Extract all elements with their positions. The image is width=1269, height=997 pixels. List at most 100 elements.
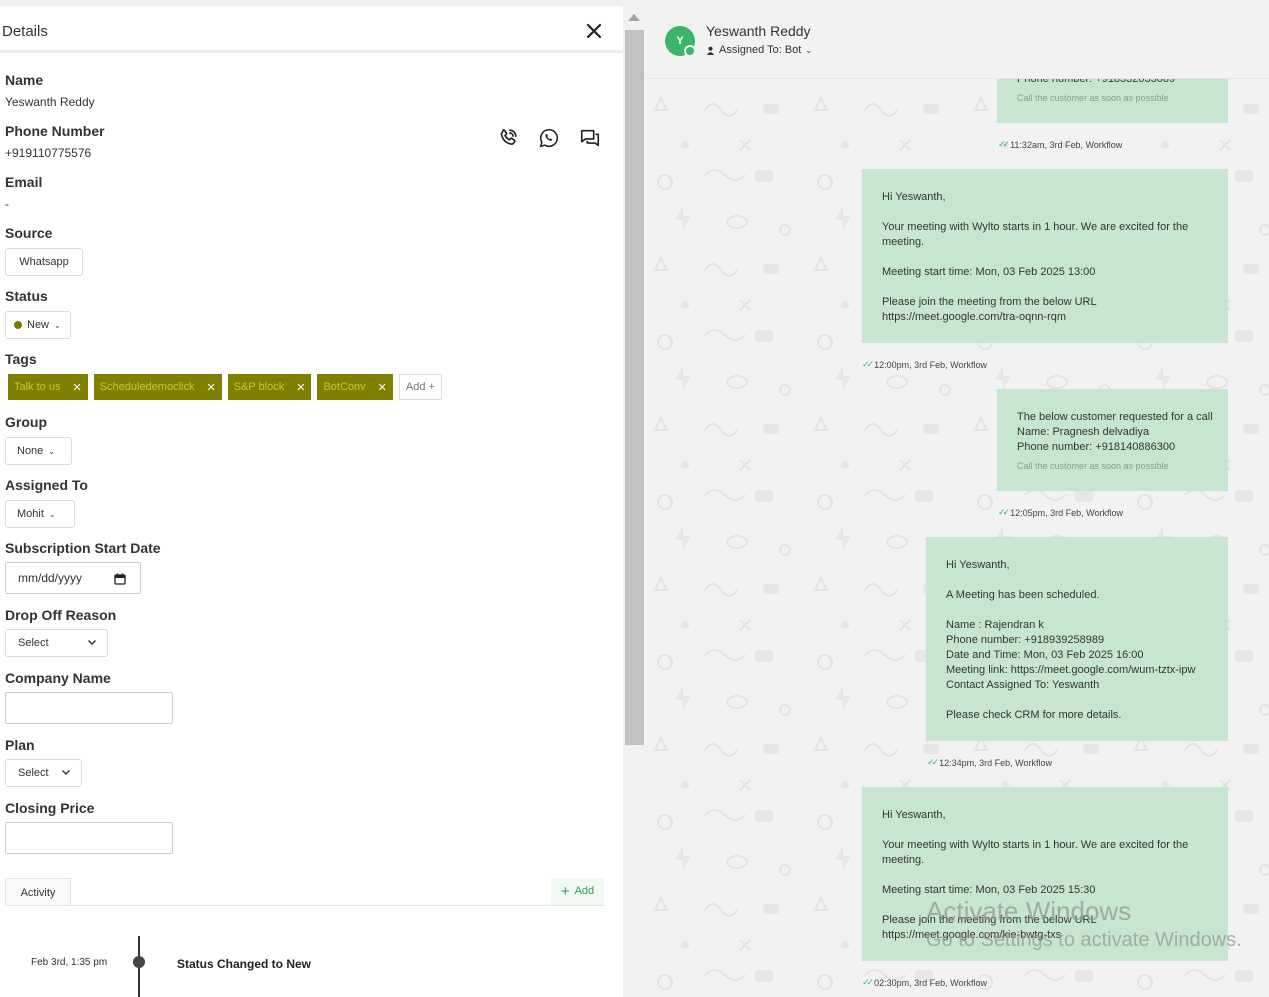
- message-line: [882, 250, 1208, 265]
- message-line: The below customer requested for a call: [1017, 411, 1213, 423]
- assigned-text: Assigned To: Bot: [719, 44, 802, 56]
- details-title: Details: [2, 23, 48, 40]
- drop-off-select[interactable]: Select: [5, 629, 108, 657]
- message-line: Phone number: +918140886300: [1017, 441, 1176, 453]
- remove-tag-icon[interactable]: ✕: [206, 381, 215, 394]
- chevron-down-icon: ⌄: [48, 509, 56, 519]
- whatsapp-icon[interactable]: [538, 127, 560, 149]
- plan-select[interactable]: Select: [5, 759, 82, 787]
- message-meta: ✓✓ 12:00pm, 3rd Feb, Workflow: [862, 359, 987, 370]
- message-meta-text: 12:34pm, 3rd Feb, Workflow: [939, 757, 1052, 768]
- contact-actions: [497, 127, 601, 149]
- message-line: Your meeting with Wylto starts in 1 hour…: [882, 221, 1189, 233]
- message-meta: ✓✓ 11:32am, 3rd Feb, Workflow: [998, 139, 1122, 150]
- chevron-down-icon: ⌄: [54, 320, 61, 330]
- message-line: https://meet.google.com/tra-oqnn-rqm: [882, 311, 1067, 323]
- company-name-input[interactable]: [5, 692, 173, 724]
- phone-call-icon[interactable]: [497, 127, 519, 149]
- message-line: Hi Yeswanth,: [946, 559, 1010, 571]
- message-line: [882, 280, 1208, 295]
- name-value: Yeswanth Reddy: [5, 95, 95, 109]
- message-meta-text: 11:32am, 3rd Feb, Workflow: [1010, 139, 1123, 150]
- remove-tag-icon[interactable]: ✕: [296, 381, 305, 394]
- tag: BotConv ✕: [317, 374, 393, 400]
- source-badge: Whatsapp: [5, 248, 83, 276]
- tag-label: Talk to us: [14, 381, 61, 393]
- remove-tag-icon[interactable]: ✕: [378, 381, 387, 394]
- message-line: Name: Pragnesh delvadiya: [1017, 426, 1150, 438]
- message-line: https://meet.google.com/kie-bwtg-txs: [882, 929, 1062, 941]
- user-icon: [706, 46, 715, 55]
- message-line: Please join the meeting from the below U…: [882, 296, 1097, 308]
- source-value: Whatsapp: [19, 256, 69, 268]
- message-line: Please check CRM for more details.: [946, 709, 1122, 721]
- chat-contact-name: Yeswanth Reddy: [706, 23, 811, 39]
- chevron-down-icon: [87, 637, 97, 650]
- add-tag-button[interactable]: Add +: [398, 374, 442, 400]
- message-line: Contact Assigned To: Yeswanth: [946, 679, 1100, 691]
- message-bubble: Hi Yeswanth, Your meeting with Wylto sta…: [862, 787, 1228, 961]
- details-panel: Details Name Yeswanth Reddy Phone Number…: [0, 0, 623, 997]
- chat-icon[interactable]: [579, 127, 601, 149]
- message-line: Meeting start time: Mon, 03 Feb 2025 13:…: [882, 266, 1096, 278]
- message-line: [882, 868, 1208, 883]
- plan-value: Select: [18, 767, 49, 779]
- tag-label: Scheduledemoclick: [99, 381, 195, 393]
- double-check-icon: ✓✓: [998, 507, 1010, 517]
- plan-label: Plan: [5, 737, 35, 753]
- activity-date: Feb 3rd, 1:35 pm: [31, 957, 108, 968]
- tab-activity[interactable]: Activity: [5, 878, 71, 906]
- message-line: Meeting start time: Mon, 03 Feb 2025 15:…: [882, 884, 1096, 896]
- message-line: [882, 205, 1208, 220]
- message-line: Hi Yeswanth,: [882, 191, 946, 203]
- calendar-icon[interactable]: [114, 573, 126, 588]
- message-line: [946, 693, 1208, 708]
- assigned-label: Assigned To: [5, 477, 88, 493]
- remove-tag-icon[interactable]: ✕: [72, 381, 81, 394]
- tag-label: BotConv: [323, 381, 366, 393]
- source-label: Source: [5, 225, 53, 241]
- subscription-start-date-input[interactable]: mm/dd/yyyy: [5, 562, 141, 594]
- message-meta: ✓✓ 02:30pm, 3rd Feb, Workflow: [862, 977, 987, 988]
- chat-assigned-dropdown[interactable]: Assigned To: Bot ⌄: [706, 44, 812, 56]
- closing-price-label: Closing Price: [5, 800, 95, 816]
- whatsapp-badge-icon: [684, 45, 696, 57]
- add-activity-button[interactable]: + Add: [551, 878, 604, 905]
- group-dropdown[interactable]: None ⌄: [5, 437, 72, 465]
- plus-icon: +: [560, 882, 570, 900]
- company-label: Company Name: [5, 670, 111, 686]
- scrollbar-thumb[interactable]: [625, 30, 644, 745]
- message-note: Call the customer as soon as possible: [1017, 93, 1169, 103]
- message-meta: ✓✓ 12:05pm, 3rd Feb, Workflow: [998, 507, 1123, 518]
- assigned-dropdown[interactable]: Mohit ⌄: [5, 500, 75, 528]
- message-meta-text: 02:30pm, 3rd Feb, Workflow: [874, 977, 987, 988]
- email-label: Email: [5, 174, 43, 190]
- message-bubble: Hi Yeswanth, A Meeting has been schedule…: [926, 537, 1228, 741]
- date-placeholder: mm/dd/yyyy: [18, 571, 83, 585]
- message-meta: ✓✓ 12:34pm, 3rd Feb, Workflow: [927, 757, 1052, 768]
- tag: Scheduledemoclick ✕: [93, 374, 222, 400]
- message-line: [882, 898, 1208, 913]
- group-label: Group: [5, 414, 47, 430]
- status-dropdown[interactable]: New ⌄: [5, 311, 71, 339]
- add-activity-label: Add: [574, 885, 595, 897]
- chevron-down-icon: ⌄: [48, 446, 55, 456]
- close-icon[interactable]: [585, 22, 603, 40]
- scroll-up-arrow-icon[interactable]: [628, 14, 640, 21]
- name-label: Name: [5, 72, 44, 88]
- double-check-icon: ✓✓: [998, 139, 1010, 149]
- closing-price-input[interactable]: [5, 822, 173, 854]
- timeline-dot: [133, 956, 145, 968]
- subscription-start-label: Subscription Start Date: [5, 540, 161, 556]
- message-line: Phone number: +918939258989: [946, 634, 1105, 646]
- chevron-down-icon: ⌄: [805, 45, 813, 55]
- double-check-icon: ✓✓: [862, 359, 874, 369]
- details-scrollbar[interactable]: [623, 0, 645, 997]
- message-line: Hi Yeswanth,: [882, 809, 946, 821]
- message-line: Meeting link: https://meet.google.com/wu…: [946, 664, 1196, 676]
- message-line: [946, 603, 1208, 618]
- double-check-icon: ✓✓: [927, 757, 939, 767]
- tag: Talk to us ✕: [8, 374, 88, 400]
- message-line: A Meeting has been scheduled.: [946, 589, 1100, 601]
- tab-divider: [5, 905, 604, 906]
